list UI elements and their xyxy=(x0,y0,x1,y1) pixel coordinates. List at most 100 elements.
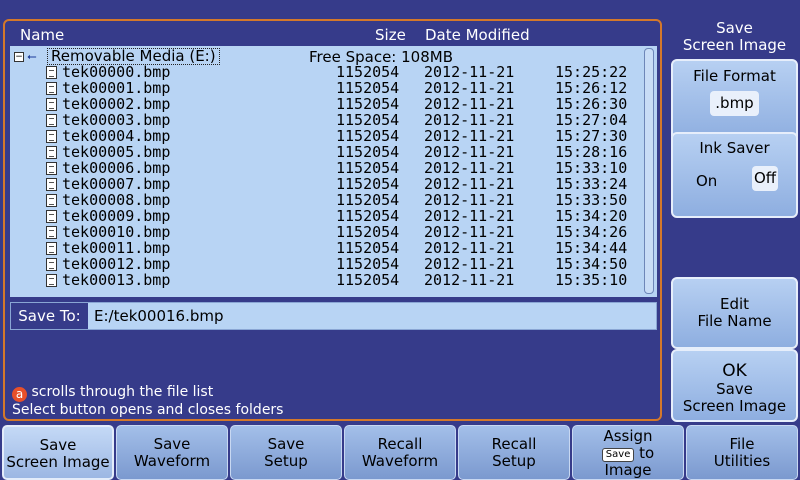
file-time: 15:33:10 xyxy=(555,159,628,177)
column-header-name[interactable]: Name xyxy=(20,26,64,44)
file-date: 2012-11-21 xyxy=(424,239,515,257)
file-format-button[interactable]: File Format .bmp xyxy=(671,59,798,142)
file-icon xyxy=(46,274,57,287)
side-menu-title-line2: Screen Image xyxy=(682,36,787,54)
help-line-1: a scrolls through the file list xyxy=(12,384,283,402)
file-row[interactable]: tek00005.bmp 1152054 2012-11-21 15:28:16 xyxy=(10,144,650,160)
column-header-size[interactable]: Size xyxy=(375,26,406,44)
save-to-field[interactable]: Save To: E:/tek00016.bmp xyxy=(10,302,657,330)
file-date: 2012-11-21 xyxy=(424,159,515,177)
ink-saver-label: Ink Saver xyxy=(699,139,770,157)
save-to-path[interactable]: E:/tek00016.bmp xyxy=(94,303,224,329)
file-size: 1152054 xyxy=(336,63,400,81)
file-name: tek00006.bmp xyxy=(62,159,171,177)
save-screen-image-line1: Save xyxy=(39,436,77,454)
file-name: tek00010.bmp xyxy=(62,223,171,241)
file-row[interactable]: tek00009.bmp 1152054 2012-11-21 15:34:20 xyxy=(10,208,650,224)
ink-saver-button[interactable]: Ink Saver On Off xyxy=(671,132,798,218)
file-icon xyxy=(46,178,57,191)
save-waveform-tab[interactable]: Save Waveform xyxy=(116,425,228,480)
file-size: 1152054 xyxy=(336,127,400,145)
assign-save-to-image-tab[interactable]: Assign Save to Image xyxy=(572,425,684,480)
usb-icon: ⭠ xyxy=(27,49,37,63)
file-size: 1152054 xyxy=(336,255,400,273)
side-menu-title: Save Screen Image xyxy=(669,16,800,58)
ok-line1: OK xyxy=(722,361,747,381)
file-row[interactable]: tek00004.bmp 1152054 2012-11-21 15:27:30 xyxy=(10,128,650,144)
assign-to-word: to xyxy=(639,444,655,462)
recall-waveform-tab[interactable]: Recall Waveform xyxy=(344,425,456,480)
file-date: 2012-11-21 xyxy=(424,143,515,161)
file-size: 1152054 xyxy=(336,223,400,241)
file-icon xyxy=(46,98,57,111)
collapse-icon[interactable]: − xyxy=(14,52,24,62)
file-name: tek00000.bmp xyxy=(62,63,171,81)
file-time: 15:34:44 xyxy=(555,239,628,257)
file-name: tek00001.bmp xyxy=(62,79,171,97)
file-name: tek00005.bmp xyxy=(62,143,171,161)
file-row[interactable]: tek00007.bmp 1152054 2012-11-21 15:33:24 xyxy=(10,176,650,192)
edit-file-name-line1: Edit xyxy=(719,295,750,313)
save-setup-tab[interactable]: Save Setup xyxy=(230,425,342,480)
file-utilities-tab[interactable]: File Utilities xyxy=(686,425,798,480)
file-row[interactable]: tek00013.bmp 1152054 2012-11-21 15:35:10 xyxy=(10,272,650,288)
file-name: tek00011.bmp xyxy=(62,239,171,257)
file-row[interactable]: tek00000.bmp 1152054 2012-11-21 15:25:22 xyxy=(10,64,650,80)
bottom-menu: Save Screen Image Save Waveform Save Set… xyxy=(0,425,800,480)
file-size: 1152054 xyxy=(336,239,400,257)
recall-waveform-line2: Waveform xyxy=(361,452,439,470)
file-format-value: .bmp xyxy=(710,91,759,116)
file-icon xyxy=(46,210,57,223)
file-name: tek00009.bmp xyxy=(62,207,171,225)
file-row[interactable]: tek00008.bmp 1152054 2012-11-21 15:33:50 xyxy=(10,192,650,208)
edit-file-name-button[interactable]: Edit File Name xyxy=(671,277,798,349)
file-list[interactable]: − ⭠ Removable Media (E:) Free Space: 108… xyxy=(10,46,657,297)
ok-save-screen-image-button[interactable]: OK Save Screen Image xyxy=(671,349,798,422)
ink-saver-off-option: Off xyxy=(752,166,779,191)
ink-saver-on-option: On xyxy=(696,172,718,190)
column-header-date-modified[interactable]: Date Modified xyxy=(425,26,530,44)
file-date: 2012-11-21 xyxy=(424,223,515,241)
file-row[interactable]: tek00002.bmp 1152054 2012-11-21 15:26:30 xyxy=(10,96,650,112)
side-menu-title-line1: Save xyxy=(716,19,753,37)
file-row[interactable]: tek00006.bmp 1152054 2012-11-21 15:33:10 xyxy=(10,160,650,176)
file-size: 1152054 xyxy=(336,207,400,225)
file-date: 2012-11-21 xyxy=(424,111,515,129)
tree-root-removable-media[interactable]: − ⭠ Removable Media (E:) Free Space: 108… xyxy=(10,48,630,66)
file-icon xyxy=(46,242,57,255)
recall-waveform-line1: Recall xyxy=(377,435,423,453)
help-text: a scrolls through the file list Select b… xyxy=(12,384,283,419)
file-format-label: File Format xyxy=(693,67,776,85)
file-row[interactable]: tek00001.bmp 1152054 2012-11-21 15:26:12 xyxy=(10,80,650,96)
file-date: 2012-11-21 xyxy=(424,63,515,81)
file-row[interactable]: tek00011.bmp 1152054 2012-11-21 15:34:44 xyxy=(10,240,650,256)
file-date: 2012-11-21 xyxy=(424,255,515,273)
file-time: 15:33:24 xyxy=(555,175,628,193)
file-name: tek00004.bmp xyxy=(62,127,171,145)
side-menu: Save Screen Image File Format .bmp Ink S… xyxy=(669,16,800,422)
file-time: 15:26:30 xyxy=(555,95,628,113)
file-time: 15:27:04 xyxy=(555,111,628,129)
file-size: 1152054 xyxy=(336,79,400,97)
file-name: tek00012.bmp xyxy=(62,255,171,273)
file-time: 15:34:26 xyxy=(555,223,628,241)
file-time: 15:27:30 xyxy=(555,127,628,145)
file-name: tek00003.bmp xyxy=(62,111,171,129)
save-screen-image-tab[interactable]: Save Screen Image xyxy=(2,425,114,480)
file-icon xyxy=(46,82,57,95)
file-row[interactable]: tek00003.bmp 1152054 2012-11-21 15:27:04 xyxy=(10,112,650,128)
file-browser-panel: Name Size Date Modified − ⭠ Removable Me… xyxy=(3,19,662,421)
recall-setup-tab[interactable]: Recall Setup xyxy=(458,425,570,480)
file-icon xyxy=(46,258,57,271)
file-icon xyxy=(46,162,57,175)
assign-line1: Assign xyxy=(603,427,653,445)
file-date: 2012-11-21 xyxy=(424,191,515,209)
file-date: 2012-11-21 xyxy=(424,127,515,145)
file-row[interactable]: tek00012.bmp 1152054 2012-11-21 15:34:50 xyxy=(10,256,650,272)
file-row[interactable]: tek00010.bmp 1152054 2012-11-21 15:34:26 xyxy=(10,224,650,240)
file-list-scrollbar[interactable] xyxy=(644,48,654,294)
file-size: 1152054 xyxy=(336,143,400,161)
file-icon xyxy=(46,66,57,79)
file-time: 15:34:20 xyxy=(555,207,628,225)
file-date: 2012-11-21 xyxy=(424,79,515,97)
